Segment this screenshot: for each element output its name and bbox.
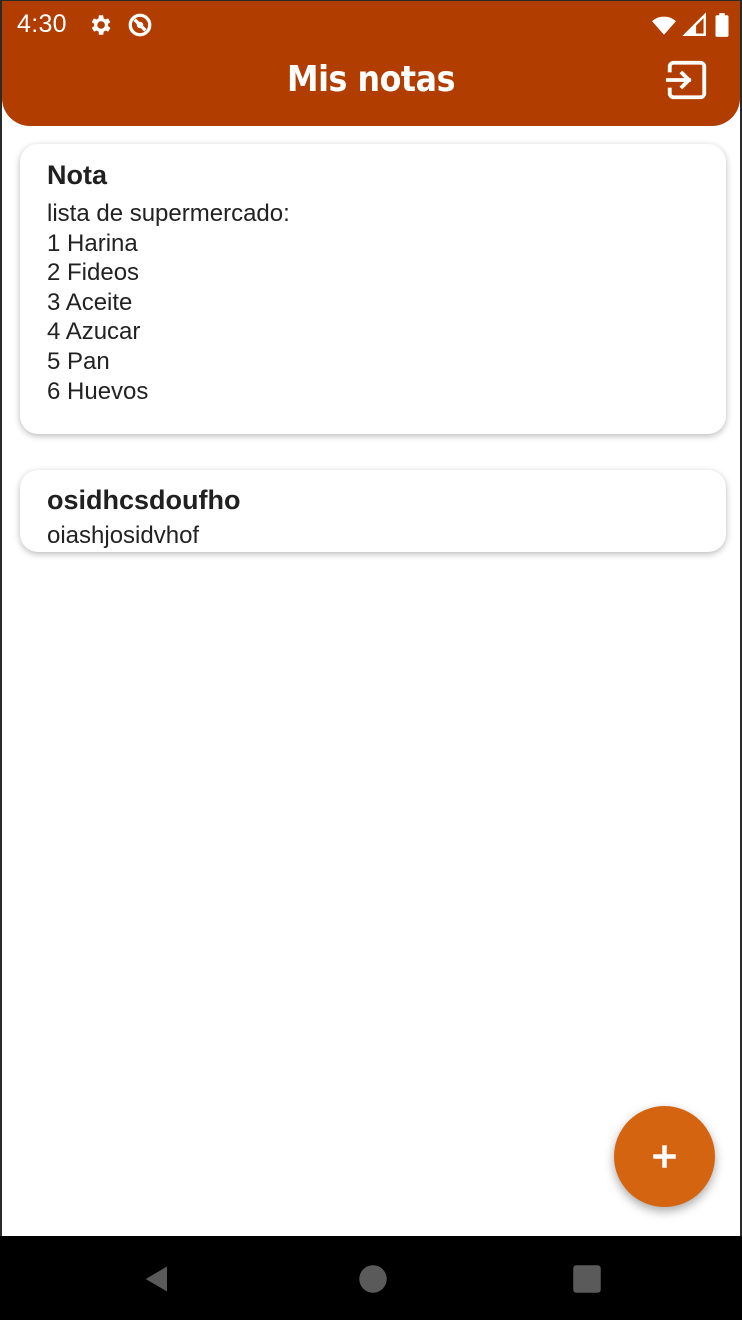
- settings-icon: [91, 15, 111, 35]
- back-icon[interactable]: [142, 1264, 172, 1294]
- note-body: oiashjosidvhof: [47, 522, 200, 549]
- signal-icon: [682, 12, 706, 36]
- app-header: 4:30 Mis notas: [2, 1, 740, 126]
- plus-icon: [653, 1145, 676, 1168]
- notes-list: Nota lista de supermercado: 1 Harina 2 F…: [20, 144, 726, 552]
- status-time: 4:30: [17, 10, 67, 38]
- note-card[interactable]: osidhcsdoufho oiashjosidvhof: [20, 470, 726, 552]
- home-icon[interactable]: [358, 1264, 388, 1294]
- note-title: Nota: [47, 160, 107, 190]
- navigation-bar: [0, 1236, 742, 1320]
- note-title: osidhcsdoufho: [47, 485, 241, 515]
- recents-icon[interactable]: [572, 1264, 602, 1294]
- note-card[interactable]: Nota lista de supermercado: 1 Harina 2 F…: [20, 144, 726, 434]
- logout-icon[interactable]: [664, 57, 710, 103]
- page-title: Mis notas: [286, 59, 455, 100]
- sync-disabled-icon: [128, 13, 152, 37]
- status-bar: 4:30: [2, 1, 740, 49]
- wifi-icon: [652, 16, 676, 35]
- add-note-button[interactable]: [614, 1106, 715, 1207]
- note-body: lista de supermercado: 1 Harina 2 Fideos…: [47, 200, 290, 405]
- battery-icon: [715, 13, 729, 37]
